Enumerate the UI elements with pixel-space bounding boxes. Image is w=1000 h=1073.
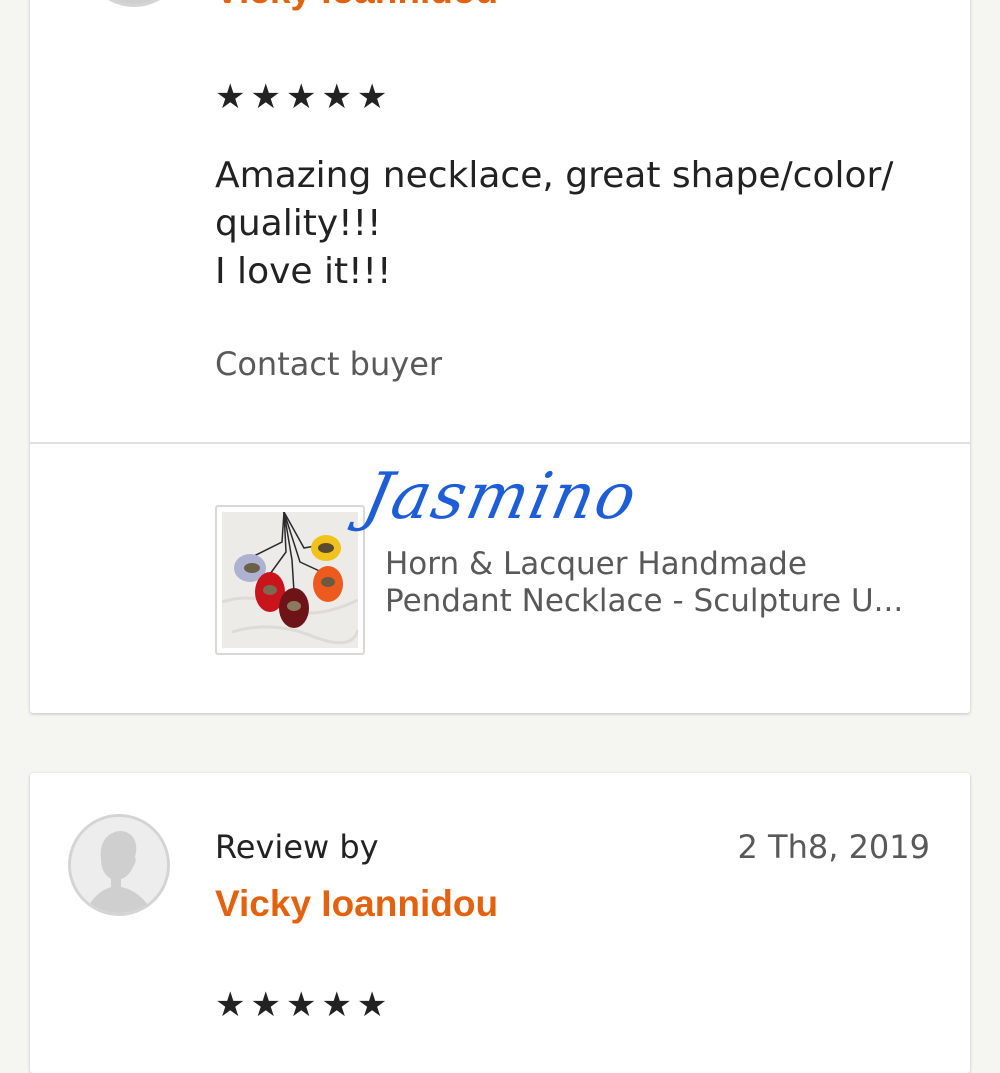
star-rating: ★★★★★ <box>215 985 393 1025</box>
contact-buyer-link[interactable]: Contact buyer <box>215 345 442 383</box>
item-title-link[interactable]: Horn & Lacquer Handmade Pendant Necklace… <box>385 546 945 620</box>
default-user-avatar-icon <box>86 0 182 4</box>
reviewer-avatar[interactable] <box>83 0 185 7</box>
review-text-line: Amazing necklace, great shape/color/ <box>215 155 894 196</box>
pendant-necklaces-thumbnail <box>222 512 358 648</box>
item-title-line: Pendant Necklace - Sculpture U... <box>385 583 904 619</box>
reviewer-name-link[interactable]: Vicky Ioannidou <box>215 0 498 12</box>
review-text: Amazing necklace, great shape/color/ qua… <box>215 152 945 296</box>
review-text-line: I love it!!! <box>215 251 392 292</box>
item-thumbnail[interactable] <box>215 505 365 655</box>
review-card: Vicky Ioannidou ★★★★★ Amazing necklace, … <box>30 0 970 713</box>
review-date: 2 Th8, 2019 <box>737 828 931 866</box>
reviewer-name-link[interactable]: Vicky Ioannidou <box>215 883 498 925</box>
review-text-line: quality!!! <box>215 203 382 244</box>
review-card: Review by 2 Th8, 2019 Vicky Ioannidou ★★… <box>30 773 970 1073</box>
brand-watermark: Jasmino <box>357 460 645 534</box>
reviewer-avatar[interactable] <box>68 814 170 916</box>
default-user-avatar-icon <box>71 817 167 913</box>
divider <box>30 442 970 444</box>
review-by-label: Review by <box>215 828 379 866</box>
item-title-line: Horn & Lacquer Handmade <box>385 546 807 582</box>
star-rating: ★★★★★ <box>215 77 393 117</box>
